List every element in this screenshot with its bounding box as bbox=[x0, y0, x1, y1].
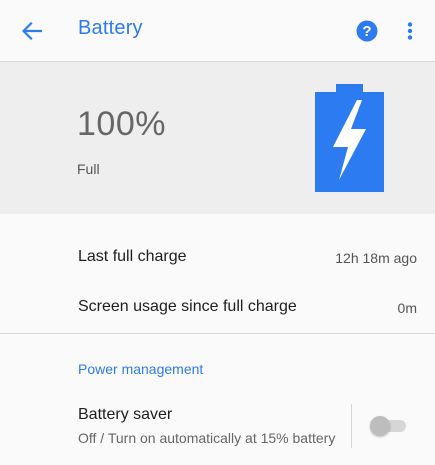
app-bar: Battery ? bbox=[0, 0, 435, 62]
battery-saver-toggle[interactable] bbox=[370, 416, 406, 436]
screen-usage-row[interactable]: Screen usage since full charge 0m bbox=[0, 274, 435, 332]
more-vert-icon bbox=[407, 22, 413, 40]
battery-saver-row[interactable] bbox=[0, 392, 350, 462]
screen-usage-label: Screen usage since full charge bbox=[78, 298, 297, 315]
page-title: Battery bbox=[78, 17, 143, 39]
battery-level: 100% bbox=[77, 105, 166, 143]
battery-charging-icon bbox=[315, 84, 384, 192]
last-full-charge-label: Last full charge bbox=[78, 248, 187, 265]
battery-saver-summary: Off / Turn on automatically at 15% batte… bbox=[78, 430, 336, 446]
svg-text:?: ? bbox=[362, 23, 371, 40]
help-button[interactable]: ? bbox=[352, 13, 382, 49]
power-management-header: Power management bbox=[78, 361, 204, 377]
back-button[interactable] bbox=[14, 13, 50, 49]
help-icon: ? bbox=[356, 20, 378, 42]
arrow-back-icon bbox=[22, 22, 42, 40]
last-full-charge-value: 12h 18m ago bbox=[335, 250, 417, 266]
screen-usage-value: 0m bbox=[397, 300, 417, 316]
last-full-charge-row[interactable]: Last full charge 12h 18m ago bbox=[0, 214, 435, 274]
toggle-thumb bbox=[370, 416, 390, 436]
vertical-separator bbox=[351, 404, 352, 448]
more-options-button[interactable] bbox=[396, 13, 424, 49]
battery-saver-title: Battery saver bbox=[78, 406, 173, 423]
section-divider bbox=[0, 333, 435, 334]
battery-status: Full bbox=[77, 161, 100, 177]
battery-summary: 100% Full bbox=[0, 62, 435, 214]
